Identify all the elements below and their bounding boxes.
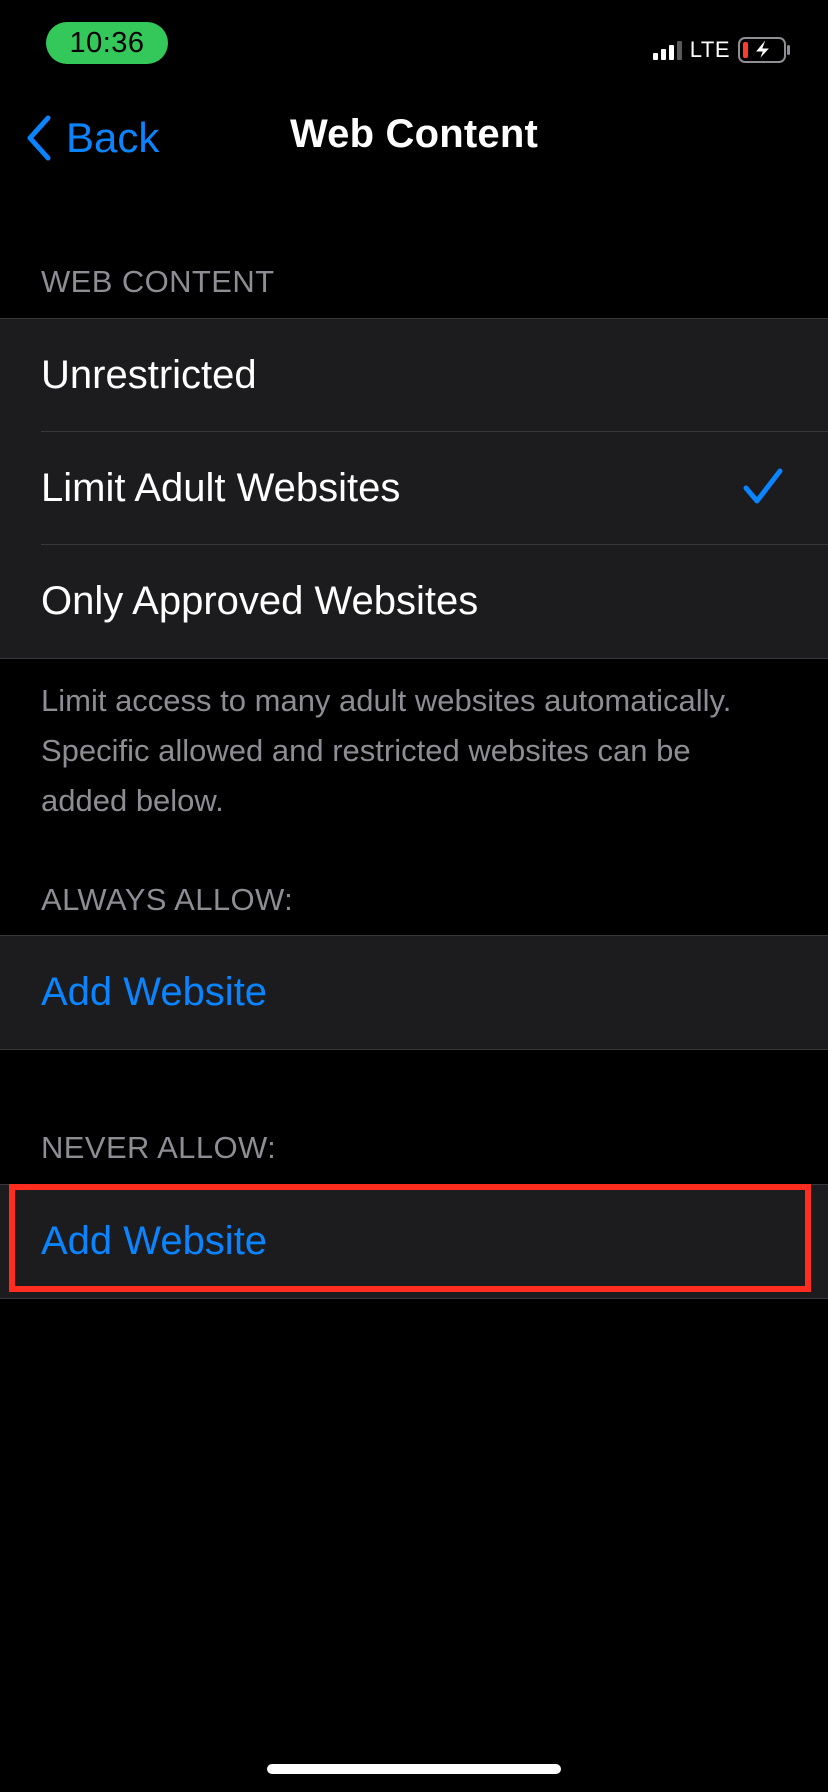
always-allow-group: Add Website xyxy=(0,935,828,1050)
status-time: 10:36 xyxy=(46,22,168,64)
option-limit-adult-websites[interactable]: Limit Adult Websites xyxy=(0,432,828,545)
page-title: Web Content xyxy=(289,112,539,156)
never-allow-add-website-button[interactable]: Add Website xyxy=(0,1185,828,1298)
option-label: Only Approved Websites xyxy=(41,579,479,623)
battery-charging-icon xyxy=(738,37,790,63)
status-indicators: LTE xyxy=(652,34,792,66)
add-website-label: Add Website xyxy=(41,970,268,1014)
section-header-web-content: WEB CONTENT xyxy=(41,264,275,299)
web-content-options: Unrestricted Limit Adult Websites Only A… xyxy=(0,318,828,659)
section-header-always-allow: ALWAYS ALLOW: xyxy=(41,882,294,917)
cellular-signal-icon xyxy=(652,40,682,60)
home-indicator[interactable] xyxy=(267,1764,561,1774)
option-unrestricted[interactable]: Unrestricted xyxy=(0,319,828,432)
option-label: Unrestricted xyxy=(41,353,257,397)
network-type: LTE xyxy=(689,37,730,62)
add-website-label: Add Website xyxy=(41,1219,268,1263)
never-allow-group: Add Website xyxy=(0,1184,828,1299)
always-allow-add-website-button[interactable]: Add Website xyxy=(0,936,828,1049)
option-label: Limit Adult Websites xyxy=(41,466,401,510)
checkmark-icon xyxy=(743,468,783,504)
option-only-approved-websites[interactable]: Only Approved Websites xyxy=(0,545,828,658)
section-header-never-allow: NEVER ALLOW: xyxy=(41,1130,277,1165)
web-content-description: Limit access to many adult websites auto… xyxy=(41,683,732,818)
